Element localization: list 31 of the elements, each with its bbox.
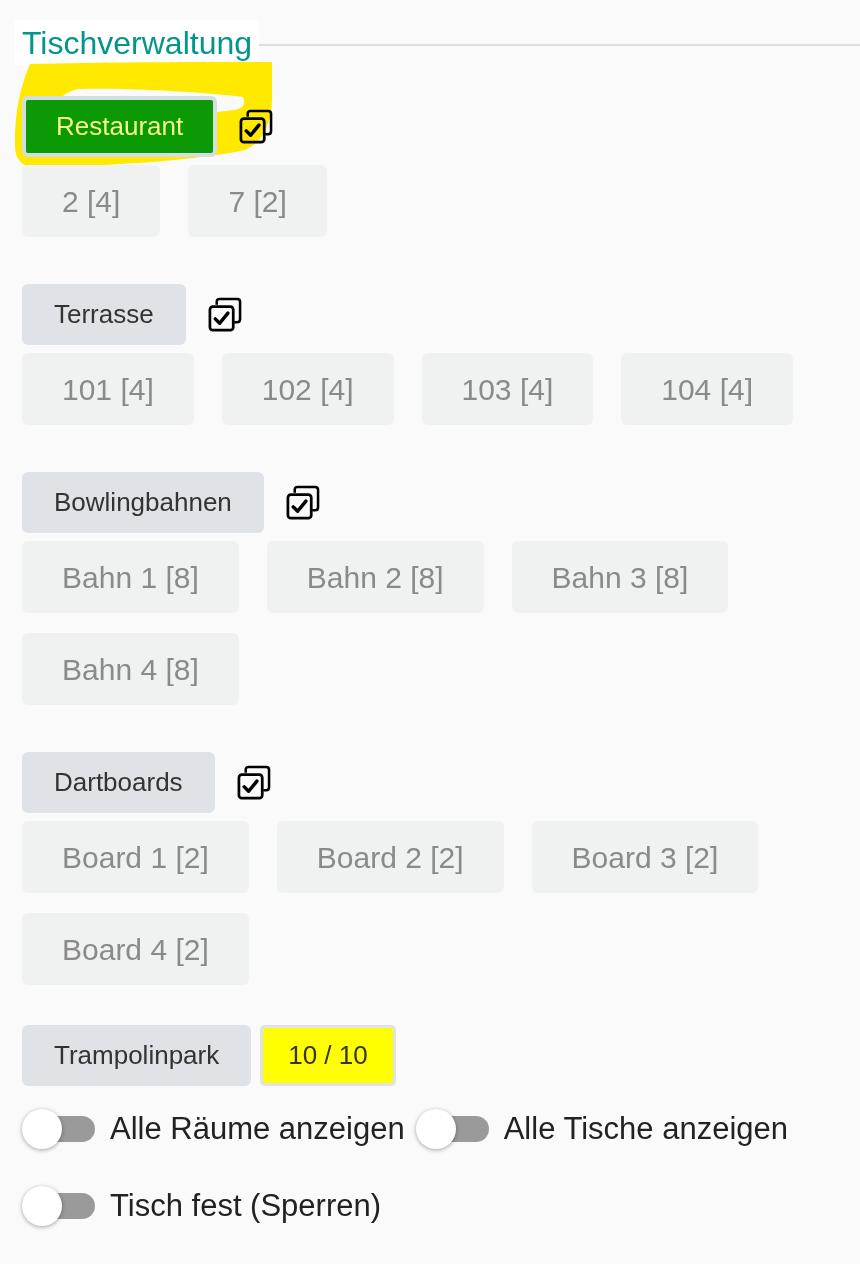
table-button[interactable]: 104 [4] bbox=[621, 353, 793, 425]
stacked-checkbox-icon[interactable] bbox=[284, 485, 320, 520]
toggle-label: Alle Tische anzeigen bbox=[503, 1110, 789, 1148]
stacked-checkbox-icon[interactable] bbox=[235, 765, 271, 800]
toggle-switch[interactable] bbox=[22, 1109, 95, 1149]
table-button[interactable]: Bahn 4 [8] bbox=[22, 633, 239, 705]
room-button[interactable]: Dartboards bbox=[22, 752, 215, 813]
toggle-label: Alle Räume anzeigen bbox=[110, 1110, 405, 1148]
room-button[interactable]: Bowlingbahnen bbox=[22, 472, 264, 533]
room-button[interactable]: Restaurant bbox=[22, 96, 218, 157]
table-button[interactable]: Bahn 3 [8] bbox=[511, 541, 729, 613]
toggle-switch[interactable] bbox=[22, 1186, 95, 1226]
room-button[interactable]: Terrasse bbox=[22, 284, 186, 345]
table-button[interactable]: Board 1 [2] bbox=[22, 821, 249, 893]
room-button[interactable]: Trampolinpark bbox=[22, 1025, 252, 1086]
table-button[interactable]: 103 [4] bbox=[421, 353, 594, 425]
toggle-switch[interactable] bbox=[415, 1109, 489, 1149]
table-button[interactable]: 101 [4] bbox=[22, 353, 194, 425]
count-badge: 10 / 10 bbox=[260, 1025, 396, 1086]
table-button[interactable]: Board 3 [2] bbox=[531, 821, 759, 893]
section-legend: Tischverwaltung bbox=[22, 27, 252, 59]
table-button[interactable]: Bahn 2 [8] bbox=[266, 541, 484, 613]
table-button[interactable]: Board 4 [2] bbox=[22, 913, 249, 985]
table-button[interactable]: 102 [4] bbox=[221, 353, 394, 425]
stacked-checkbox-icon[interactable] bbox=[206, 297, 242, 332]
stacked-checkbox-icon[interactable] bbox=[238, 109, 274, 144]
table-button[interactable]: Board 2 [2] bbox=[276, 821, 504, 893]
table-button[interactable]: 7 [2] bbox=[188, 165, 327, 237]
table-button[interactable]: 2 [4] bbox=[22, 165, 161, 237]
table-button[interactable]: Bahn 1 [8] bbox=[22, 541, 239, 613]
toggle-label: Tisch fest (Sperren) bbox=[110, 1187, 382, 1225]
